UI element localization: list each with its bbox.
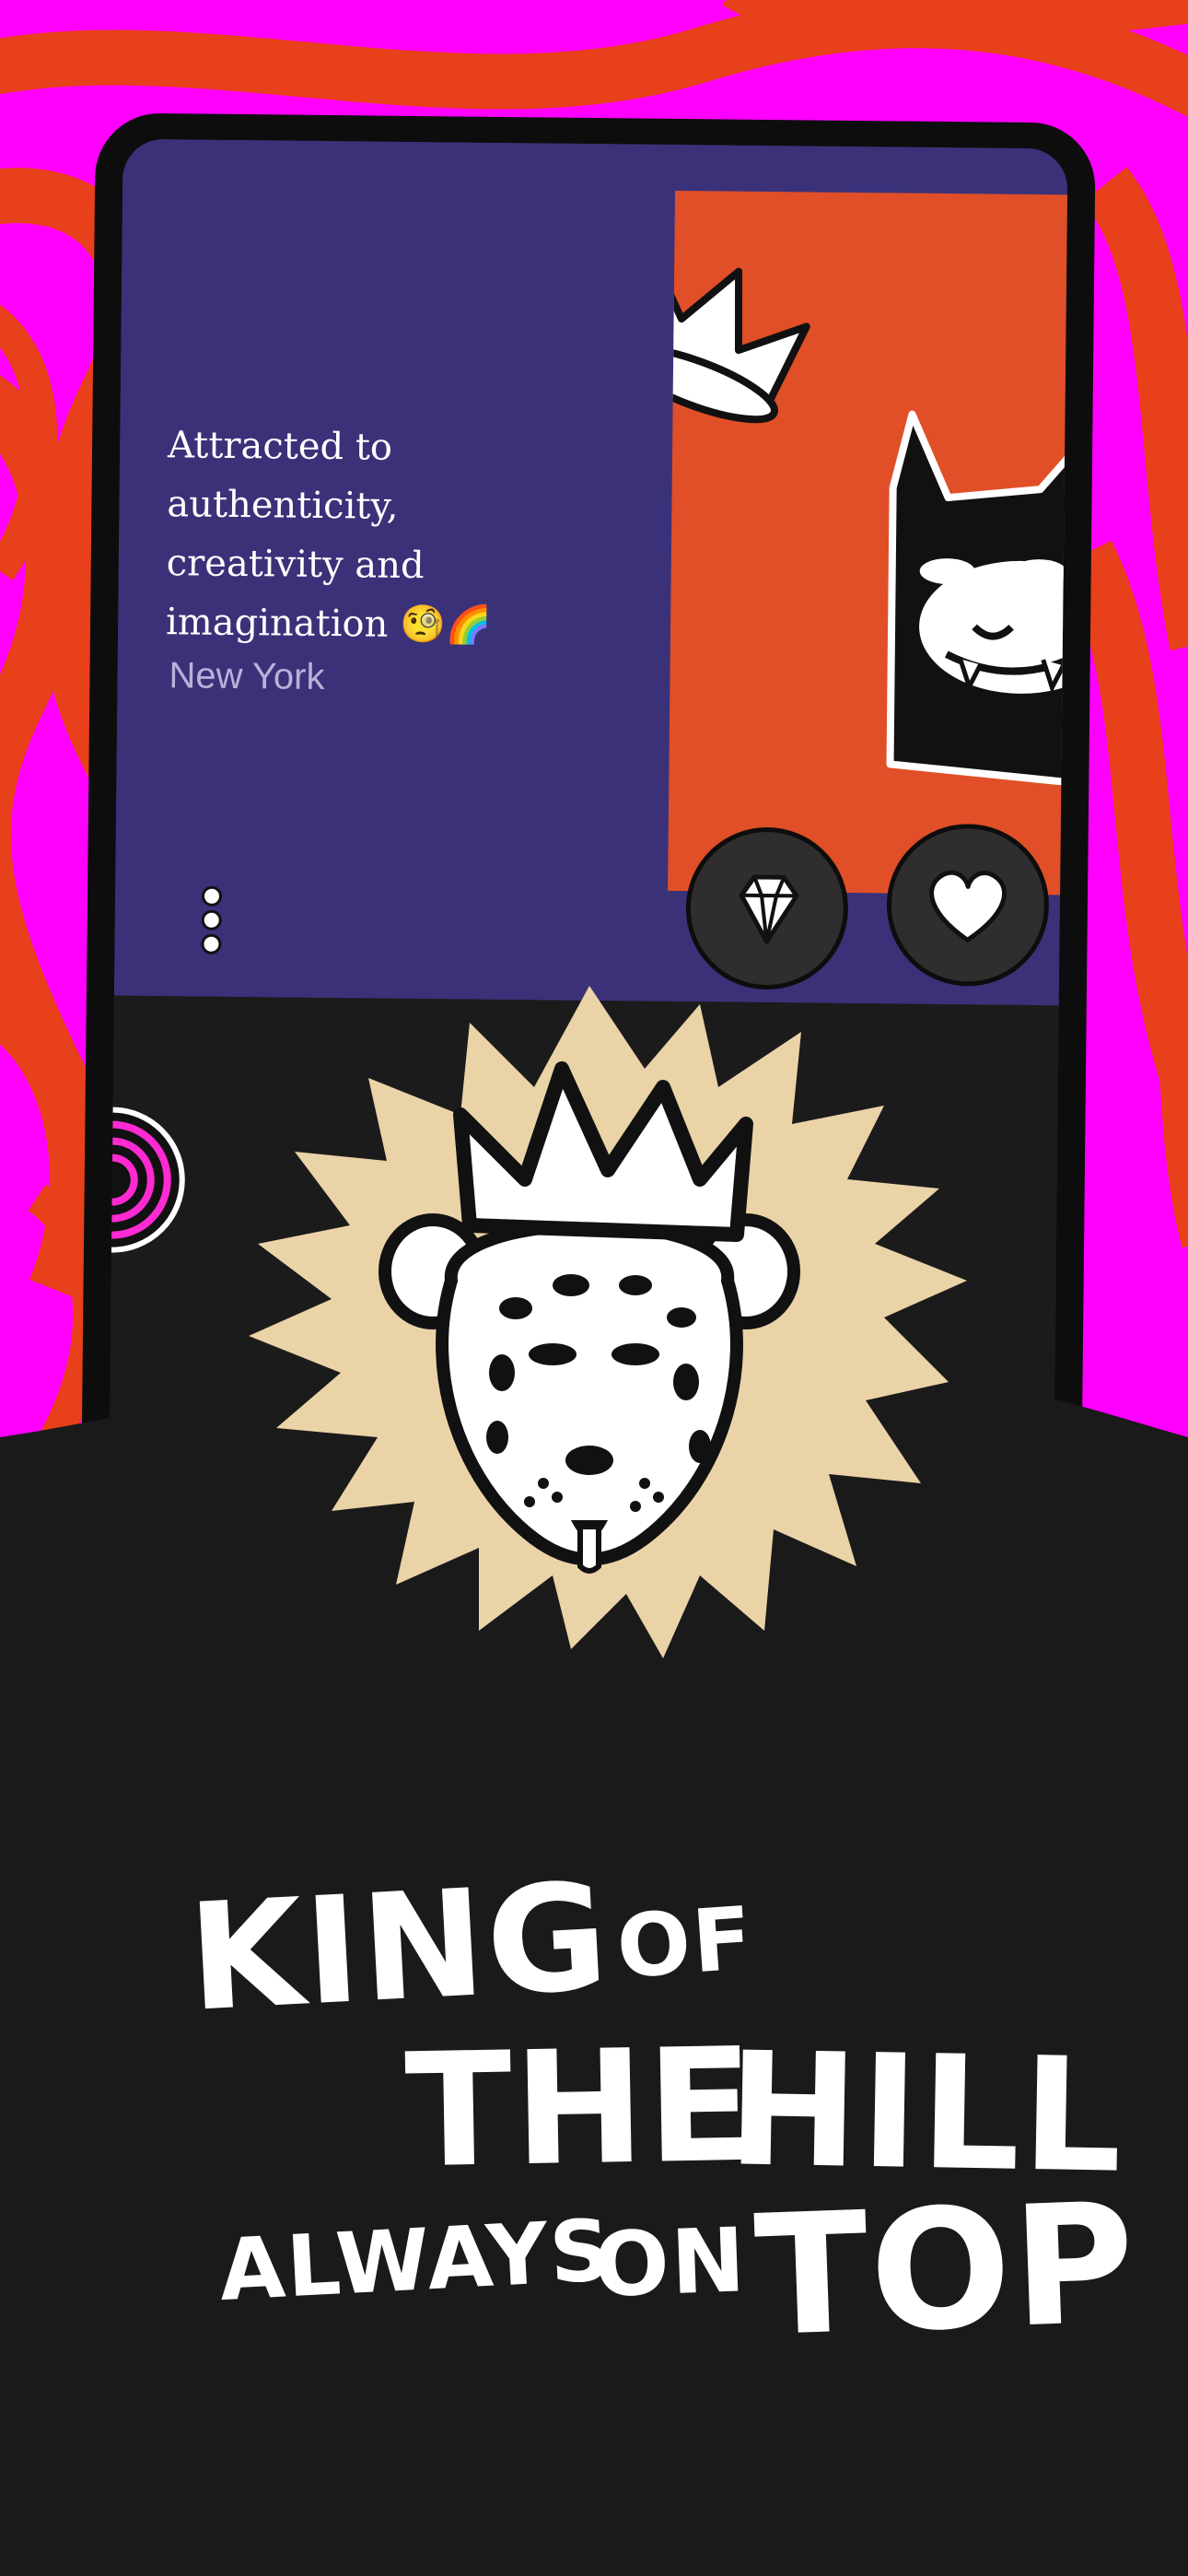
super-like-button[interactable]	[684, 826, 849, 990]
headline-word-always: ALWAYS	[216, 2200, 615, 2321]
headline-word-king: KING	[184, 1850, 614, 2044]
headline-word-the: THE	[403, 2014, 758, 2204]
profile-location: New York	[169, 655, 325, 697]
crowned-leopard-illustration	[249, 986, 967, 1658]
more-vertical-icon	[201, 885, 223, 907]
headline-word-of: OF	[613, 1888, 757, 1999]
like-button[interactable]	[886, 823, 1050, 988]
diamond-icon	[739, 874, 799, 944]
heart-icon	[929, 870, 1007, 943]
promo-headline: KING OF THE HILL ALWAYS ON TOP	[0, 1824, 1188, 2395]
bat-cat-illustration	[614, 243, 1068, 789]
profile-photo	[614, 190, 1068, 896]
headline-word-on: ON	[592, 2208, 749, 2317]
profile-bio: Attracted to authenticity, creativity an…	[165, 424, 492, 647]
more-options-button[interactable]	[197, 885, 226, 969]
headline-word-top: TOP	[751, 2167, 1140, 2374]
